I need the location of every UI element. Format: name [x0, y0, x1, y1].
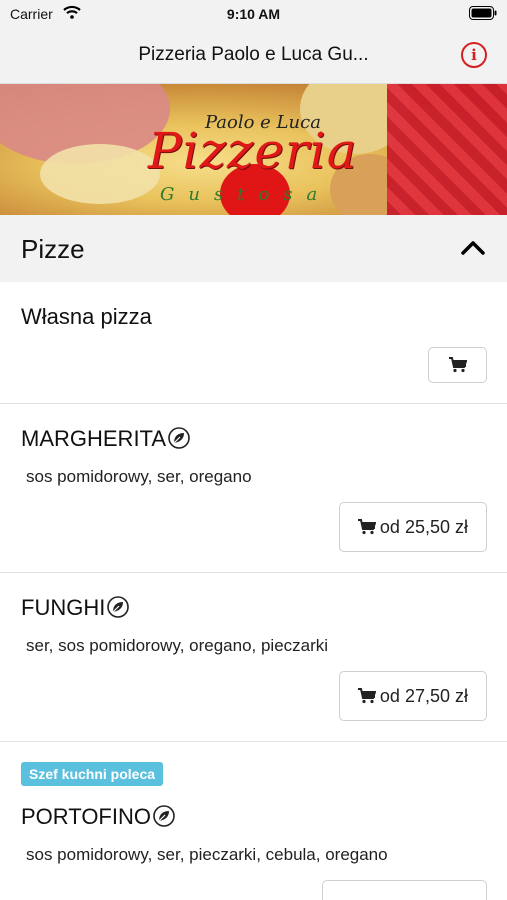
vegetarian-leaf-icon	[107, 596, 130, 618]
add-to-cart-button[interactable]	[428, 347, 487, 383]
section-header-pizze[interactable]: Pizze	[0, 215, 507, 282]
list-item: Szef kuchni poleca PORTOFINO sos pomidor…	[0, 742, 507, 900]
cart-icon	[357, 688, 376, 704]
status-time: 9:10 AM	[226, 6, 281, 22]
logo-text: Pizzeria	[148, 122, 358, 180]
logo-sub-text: Gustosa	[160, 184, 332, 205]
item-name: MARGHERITA	[21, 426, 190, 452]
price-label: od 25,50 zł	[379, 516, 468, 537]
nav-bar: Pizzeria Paolo e Luca Gu... i	[0, 27, 507, 84]
cart-icon	[448, 357, 467, 373]
vegetarian-leaf-icon	[153, 805, 175, 827]
item-name-text: MARGHERITA	[21, 426, 167, 451]
page-title: Pizzeria Paolo e Luca Gu...	[138, 44, 369, 65]
price-label: od 27,50 zł	[379, 685, 468, 706]
item-name-text: PORTOFINO	[21, 804, 151, 829]
add-to-cart-button[interactable]: od 27,50 zł	[338, 671, 487, 721]
chevron-up-icon	[461, 241, 485, 255]
info-button[interactable]: i	[461, 42, 487, 68]
item-description: sos pomidorowy, ser, pieczarki, cebula, …	[26, 845, 388, 864]
item-name: Własna pizza	[21, 304, 152, 329]
item-description: sos pomidorowy, ser, oregano	[26, 467, 252, 486]
status-bar: Carrier 9:10 AM	[0, 0, 507, 27]
list-item: Własna pizza	[0, 282, 507, 404]
add-to-cart-button[interactable]: od 25,50 zł	[338, 502, 487, 552]
add-to-cart-button[interactable]	[322, 880, 487, 900]
restaurant-banner: Paolo e Luca Pizzeria Gustosa	[0, 84, 507, 215]
info-circle-icon: i	[471, 46, 477, 64]
battery-icon	[469, 6, 497, 20]
tablecloth-image	[387, 84, 507, 215]
list-item: FUNGHI ser, sos pomidorowy, oregano, pie…	[0, 573, 507, 742]
chef-recommends-badge: Szef kuchni poleca	[21, 762, 164, 786]
list-item: MARGHERITA sos pomidorowy, ser, oregano …	[0, 404, 507, 573]
item-name: FUNGHI	[21, 595, 130, 621]
item-name-text: FUNGHI	[21, 595, 106, 620]
item-name: PORTOFINO	[21, 804, 175, 830]
section-title: Pizze	[21, 234, 85, 264]
cart-icon	[357, 519, 376, 535]
vegetarian-leaf-icon	[168, 427, 190, 449]
item-description: ser, sos pomidorowy, oregano, pieczarki	[26, 636, 329, 655]
